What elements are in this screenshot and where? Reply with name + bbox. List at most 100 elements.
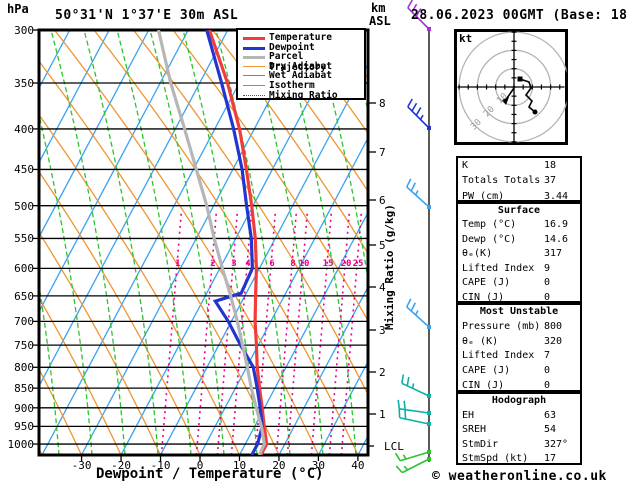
panel-row-label: StmDir xyxy=(462,438,499,450)
legend-row-mixing-ratio: Mixing Ratio xyxy=(238,89,364,101)
wet-adiabat-line-icon xyxy=(243,75,265,77)
lcl-label: LCL xyxy=(384,440,404,453)
panel-row-value: 18 xyxy=(544,160,557,171)
pressure-tick-label: 500 xyxy=(14,199,34,213)
panel-row-label: CAPE (J) xyxy=(462,277,511,289)
panel-row-value: 37 xyxy=(544,175,557,187)
pressure-tick-label: 700 xyxy=(14,315,34,329)
wind-barb xyxy=(395,457,431,474)
wind-barb xyxy=(401,374,431,398)
panel-row: Dewp (°C) 14.6 xyxy=(458,233,580,247)
copyright-footer: © weatheronline.co.uk xyxy=(432,469,607,484)
legend-label-mixing-ratio: Mixing Ratio xyxy=(269,89,338,101)
panel-row-label: Dewp (°C) xyxy=(462,233,517,245)
pressure-tick-label: 650 xyxy=(14,289,34,303)
temp-tick-label: -30 xyxy=(71,459,92,472)
mixing-ratio-value: 10 xyxy=(298,259,310,269)
panel-row: StmDir 327° xyxy=(458,438,580,453)
panel-section-header: Most Unstable xyxy=(479,306,559,317)
pressure-tick-label: 600 xyxy=(14,262,34,276)
temperature-line-icon xyxy=(243,37,265,40)
pressure-tick-label: 950 xyxy=(14,420,34,434)
pressure-tick-label: 350 xyxy=(14,77,34,90)
mixing-ratio-line-icon xyxy=(243,94,265,96)
panel-row-label: SREH xyxy=(462,424,487,436)
mixing-ratio-value: 15 xyxy=(322,259,334,269)
km-tick-label: 1 xyxy=(379,408,386,421)
isotherm-line-icon xyxy=(243,85,265,86)
parcel-line-icon xyxy=(243,56,265,60)
panel-row-value: 54 xyxy=(544,424,557,436)
panel-row: Lifted Index 9 xyxy=(458,262,580,276)
panel-row-value: 320 xyxy=(544,335,563,347)
panel-row-value: 327° xyxy=(544,438,569,450)
temp-tick-label: 40 xyxy=(351,459,365,472)
pressure-tick-label: 400 xyxy=(14,122,34,136)
panel-row-value: 800 xyxy=(544,320,563,332)
wind-barb xyxy=(397,399,431,415)
dry-adiabat-line-icon xyxy=(243,65,265,67)
panel-row: CAPE (J) 0 xyxy=(458,276,580,290)
pressure-tick-label: 1000 xyxy=(7,438,35,452)
wind-barb xyxy=(405,178,431,209)
panel-row-value: 17 xyxy=(544,453,557,465)
panel-section-2: Most Unstable Pressure (mb) 800 θₑ (K) 320 Li… xyxy=(456,303,582,392)
dewpoint-line-icon xyxy=(243,46,265,50)
mixing-ratio-value: 25 xyxy=(352,259,364,269)
mixing-axis-label: Mixing Ratio (g/kg) xyxy=(383,204,396,330)
panel-section-0: K 18 Totals Totals 37 PW (cm) 3.44 xyxy=(456,156,582,202)
pressure-tick-label: 850 xyxy=(14,382,34,396)
panel-row: SREH 54 xyxy=(458,423,580,438)
panel-row: Lifted Index 7 xyxy=(458,349,580,364)
panel-row: StmSpd (kt) 17 xyxy=(458,452,580,467)
panel-row: EH 63 xyxy=(458,409,580,424)
station-title: 50°31'N 1°37'E 30m ASL xyxy=(55,8,239,23)
pressure-tick-label: 550 xyxy=(14,232,34,246)
panel-row-value: 317 xyxy=(544,248,563,260)
panel-row-value: 14.6 xyxy=(544,233,569,245)
panel-row-label: CAPE (J) xyxy=(462,365,511,377)
wind-barb xyxy=(405,298,431,329)
panel-row-value: 0 xyxy=(544,365,551,377)
panel-row-label: Pressure (mb) xyxy=(462,320,541,332)
panel-row-label: Lifted Index xyxy=(462,262,535,274)
panel-row: Totals Totals 37 xyxy=(458,173,580,188)
panel-row-label: StmSpd (kt) xyxy=(462,453,529,465)
panel-section-header: Surface xyxy=(497,205,541,216)
pressure-tick-label: 450 xyxy=(14,163,34,177)
km-tick-label: 8 xyxy=(379,97,386,110)
mixing-ratio-value: 4 xyxy=(245,259,251,269)
pressure-tick-label: 800 xyxy=(14,361,34,375)
pressure-tick-label: 300 xyxy=(14,24,34,37)
mixing-ratio-value: 3 xyxy=(231,259,237,269)
panel-row-label: θₑ(K) xyxy=(462,248,493,260)
panel-row-label: K xyxy=(462,160,469,171)
panel-section-1: Surface Temp (°C) 16.9 Dewp (°C) 14.6 θₑ(K) 31… xyxy=(456,202,582,303)
panel-row-value: 63 xyxy=(544,409,557,421)
wind-barb-staff xyxy=(394,0,431,474)
altitude-unit-asl: ASL xyxy=(369,14,391,28)
panel-row-value: 0 xyxy=(544,277,551,289)
mixing-ratio-value: 2 xyxy=(210,259,216,269)
wind-barb xyxy=(407,98,431,130)
panel-section-3: Hodograph EH 63 SREH 54 StmDir 327° StmSpd (kt)… xyxy=(456,392,582,465)
panel-row-value: 7 xyxy=(544,350,551,362)
legend: Temperature Dewpoint Parcel Trajectory Dry … xyxy=(236,28,366,101)
panel-row-label: Temp (°C) xyxy=(462,219,517,231)
panel-row-label: Lifted Index xyxy=(462,350,535,362)
pressure-unit-label: hPa xyxy=(7,2,29,16)
km-tick-label: 7 xyxy=(379,146,386,159)
hodograph-unit-label: kt xyxy=(459,32,473,45)
panel-row-label: EH xyxy=(462,409,475,421)
panel-row-value: 16.9 xyxy=(544,219,569,231)
panel-row-label: θₑ (K) xyxy=(462,335,499,347)
panel-row-value: 9 xyxy=(544,262,551,274)
panel-row-label: Totals Totals xyxy=(462,175,541,187)
panel-row: θₑ (K) 320 xyxy=(458,335,580,350)
panel-row: CAPE (J) 0 xyxy=(458,364,580,379)
km-tick-label: 2 xyxy=(379,366,386,379)
panel-row: θₑ(K) 317 xyxy=(458,247,580,261)
mixing-ratio-value: 6 xyxy=(269,259,275,269)
x-axis-label: Dewpoint / Temperature (°C) xyxy=(96,466,324,482)
panel-row: K 18 xyxy=(458,158,580,173)
